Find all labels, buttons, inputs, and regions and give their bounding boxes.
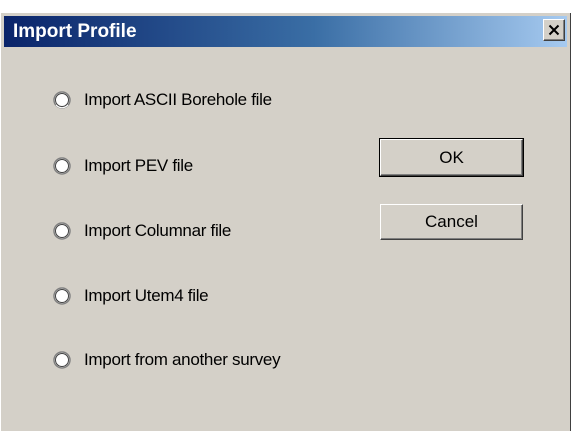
radio-label: Import Columnar file [84,221,232,240]
radio-button-icon[interactable] [53,157,71,175]
ok-button[interactable]: OK [379,138,524,177]
radio-label: Import Utem4 file [84,286,209,305]
radio-button-icon[interactable] [53,287,71,305]
radio-option-columnar[interactable]: Import Columnar file [53,218,231,244]
radio-option-ascii-borehole[interactable]: Import ASCII Borehole file [53,87,272,113]
radio-button-icon[interactable] [53,91,71,109]
radio-button-icon[interactable] [53,351,71,369]
radio-option-pev[interactable]: Import PEV file [53,153,193,179]
close-button[interactable] [543,19,565,41]
radio-option-utem4[interactable]: Import Utem4 file [53,283,209,309]
radio-label: Import PEV file [84,156,193,175]
dialog-title: Import Profile [13,21,137,42]
radio-button-icon[interactable] [53,222,71,240]
cancel-button[interactable]: Cancel [380,204,523,240]
radio-label: Import ASCII Borehole file [84,90,272,109]
radio-label: Import from another survey [84,350,281,369]
import-profile-dialog: Import Profile Import ASCII Borehole fil… [0,13,571,431]
close-x-icon [548,24,560,36]
radio-option-another-survey[interactable]: Import from another survey [53,347,281,373]
title-bar[interactable]: Import Profile [4,16,567,47]
